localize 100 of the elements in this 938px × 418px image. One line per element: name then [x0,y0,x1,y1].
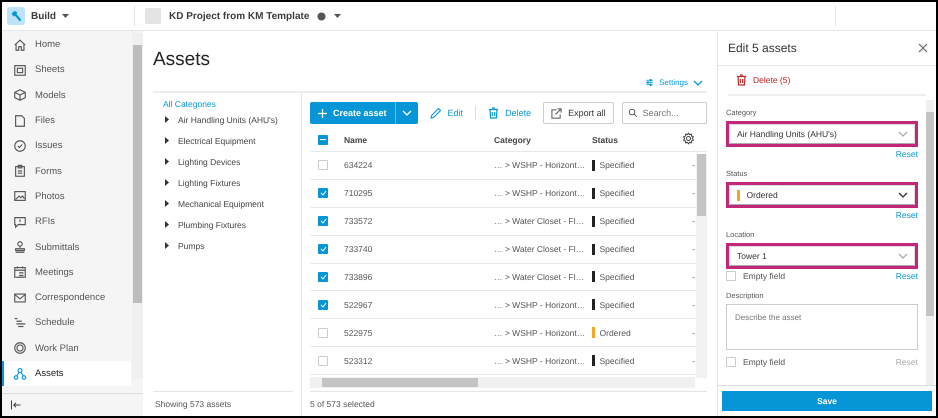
table-cell-text: … > Water Closet - Fl… [494,216,586,226]
project-thumbnail [145,8,161,24]
table-cell: - [692,244,695,254]
project-name[interactable]: KD Project from KM Template [169,10,310,22]
nav-item[interactable]: Work Plan [2,336,131,361]
nav-item[interactable]: Correspondence [2,284,131,310]
column-header[interactable]: Name [344,134,494,145]
file-icon [13,114,27,128]
nav-item[interactable]: Forms [2,158,131,184]
search-field[interactable]: Search... [622,102,707,124]
plus-icon [318,108,327,118]
trash-icon [736,74,747,86]
chevron-down-icon [693,80,703,86]
row-checkbox[interactable] [318,216,328,226]
table-cell-text: 733572 [344,216,374,226]
settings-icon [682,132,695,146]
row-checkbox[interactable] [318,272,328,282]
table-cell: Specified [600,216,634,226]
table-cell: - [692,272,695,282]
expand-arrow-icon[interactable] [165,116,169,123]
checkbox-label: Empty field [743,357,786,367]
row-checkbox[interactable] [318,244,328,254]
scrollbar[interactable] [132,33,143,379]
row-checkbox[interactable] [318,188,328,198]
caret-icon [334,14,342,18]
scrollbar[interactable] [926,100,934,385]
select-field[interactable]: Air Handling Units (AHU's) [729,124,915,144]
scrollbar[interactable] [696,154,707,378]
table-cell: Specified [600,244,634,254]
nav-item[interactable]: Sheets [2,57,131,83]
caret-icon [62,14,69,18]
asset-count: Showing 573 assets [153,391,293,416]
table-cell: Specified [600,300,634,310]
network-icon [13,366,27,380]
description-field[interactable]: Describe the asset [726,304,918,350]
delete-button[interactable]: Delete (5) [728,66,926,96]
list-icon [13,316,27,330]
table-cell-text: 522967 [344,300,374,310]
table-cell-text: … > WSHP - Horizont… [494,300,586,310]
expand-arrow-icon[interactable] [165,200,169,207]
trash-icon [488,107,500,119]
stamp-icon [13,240,27,254]
table-cell-text: 522975 [344,328,374,338]
sheet-icon [13,62,27,77]
expand-arrow-icon[interactable] [165,137,169,144]
row-checkbox[interactable] [318,328,328,338]
nav-item[interactable]: Meetings [2,260,131,285]
category-item[interactable]: Electrical Equipment [178,136,256,146]
expand-arrow-icon[interactable] [165,158,169,165]
table-cell-text: 733740 [344,244,374,254]
nav-item[interactable]: RFIs [2,209,131,234]
collapse-icon [10,399,22,411]
category-item[interactable]: Pumps [178,240,204,250]
nav-item[interactable]: Photos [2,184,131,210]
panel-title: Edit 5 assets [728,41,797,55]
select-field[interactable]: Ordered [729,185,915,205]
cube-icon [13,88,27,102]
category-item[interactable]: Lighting Devices [178,156,240,166]
row-checkbox[interactable] [318,160,328,170]
hammer-icon [7,7,25,25]
category-item[interactable]: Air Handling Units (AHU's) [178,114,278,124]
column-header[interactable]: Category [494,134,592,145]
table-cell-text: … > WSHP - Horizont… [494,356,586,366]
close-icon[interactable] [918,43,928,53]
speech-bubble-icon [13,214,27,229]
chevron-down-icon [898,192,908,198]
search-icon [628,108,638,118]
nav-item[interactable]: Issues [2,133,131,158]
nav-item[interactable]: Files [2,108,131,134]
nav-item[interactable]: Assets [2,360,131,386]
scrollbar[interactable] [310,377,695,388]
table-cell: Specified [600,356,634,366]
checkbox-label: Empty field [743,271,786,281]
page-title: Assets [153,49,212,71]
table-cell-text: 710295 [344,188,374,198]
category-item[interactable]: Lighting Fixtures [178,178,240,188]
expand-arrow-icon[interactable] [165,221,169,228]
category-item[interactable]: Plumbing Fixtures [178,220,246,230]
checkbox[interactable] [726,357,736,367]
nav-item[interactable]: Schedule [2,310,131,336]
table-cell-text: 634224 [344,160,374,170]
category-link[interactable]: All Categories [153,93,293,109]
chevron-down-icon [898,253,908,259]
chevron-down-icon [402,110,412,116]
table-cell-text: … > WSHP - Horizont… [494,188,586,198]
nav-item[interactable]: Home [2,32,131,58]
expand-arrow-icon[interactable] [165,179,169,186]
row-checkbox[interactable] [318,300,328,310]
nav-item[interactable]: Models [2,82,131,108]
checkbox[interactable] [726,271,736,281]
row-checkbox[interactable] [318,356,328,366]
pencil-icon [430,107,442,119]
category-item[interactable]: Mechanical Equipment [178,198,264,208]
nav-item[interactable]: Submittals [2,234,131,260]
module-name[interactable]: Build [31,10,56,22]
expand-arrow-icon[interactable] [165,242,169,249]
select-field[interactable]: Tower 1 [729,246,915,266]
export-all-button[interactable]: Export all [543,102,614,124]
select-all-checkbox[interactable] [318,134,328,145]
column-header[interactable]: Status [592,134,682,145]
